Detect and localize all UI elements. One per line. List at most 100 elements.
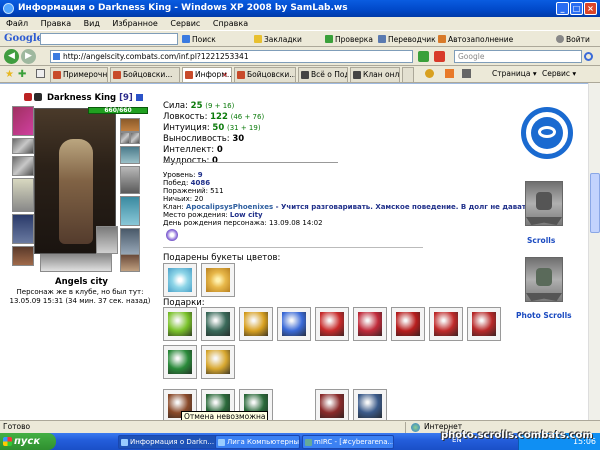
- print-icon[interactable]: [462, 69, 471, 78]
- close-button[interactable]: ×: [584, 2, 597, 15]
- belt-slot[interactable]: [12, 246, 34, 266]
- back-button[interactable]: ◀: [4, 49, 19, 64]
- add-favorite-icon[interactable]: ✚: [18, 69, 26, 80]
- gift-item[interactable]: [467, 307, 501, 341]
- pet-slot[interactable]: [120, 254, 140, 272]
- tab-favicon: [53, 71, 61, 79]
- scrollbar-thumb[interactable]: [590, 173, 600, 233]
- home-icon[interactable]: [425, 69, 434, 78]
- runes-slot[interactable]: [40, 254, 112, 272]
- shield-slot[interactable]: [120, 166, 140, 194]
- new-tab-button[interactable]: [402, 67, 414, 82]
- menu-file[interactable]: Файл: [6, 19, 28, 28]
- url-field[interactable]: http://angelscity.combats.com/inf.pl?122…: [50, 50, 413, 63]
- photo-scrolls-link[interactable]: Photo Scrolls: [516, 311, 572, 320]
- gift-item[interactable]: [163, 345, 197, 379]
- armor-slot[interactable]: [12, 214, 34, 244]
- live-search-input[interactable]: Google: [454, 50, 582, 63]
- amulet-slot[interactable]: [120, 146, 140, 164]
- search-go-icon[interactable]: [584, 52, 593, 61]
- windows-logo-icon: [3, 437, 12, 446]
- menu-help[interactable]: Справка: [213, 19, 248, 28]
- start-button[interactable]: пуск: [0, 433, 56, 450]
- last-seen-info: Персонаж же в клубе, но был тут: 13.05.0…: [0, 288, 160, 306]
- ie-icon: [121, 439, 128, 446]
- gift-icon: [206, 350, 230, 374]
- google-search-input[interactable]: [40, 33, 178, 45]
- tab-1[interactable]: Примерочн...: [50, 67, 108, 82]
- stop-icon[interactable]: [434, 51, 445, 62]
- scrolls-link[interactable]: Scrolls: [527, 236, 555, 245]
- window-title: Информация о Darkness King - Windows XP …: [18, 3, 348, 13]
- gift-item[interactable]: [163, 307, 197, 341]
- bookmarks-button[interactable]: Закладки: [254, 34, 302, 45]
- taskbar-item-1[interactable]: Информация о Darkn...: [118, 435, 221, 449]
- helmet-slot[interactable]: [12, 106, 34, 136]
- gift-item[interactable]: [353, 389, 387, 420]
- page-content: Darkness King [9] 660/660 Angels city Пе…: [0, 83, 600, 420]
- google-search-button[interactable]: Поиск: [182, 34, 216, 45]
- menu-favorites[interactable]: Избранное: [112, 19, 157, 28]
- ie-icon: [218, 439, 225, 446]
- login-button[interactable]: Войти: [556, 34, 590, 45]
- tab-close-icon[interactable]: ×: [221, 71, 229, 79]
- maximize-button[interactable]: □: [570, 2, 583, 15]
- info-draws: Ничьих: 20: [163, 195, 204, 203]
- leggings-slot[interactable]: [120, 196, 140, 226]
- weapon-left-slot[interactable]: [12, 178, 34, 212]
- taskbar-item-2[interactable]: Лига Компьютерны...: [215, 435, 300, 449]
- stat-strength: Сила: 25 (9 + 16): [163, 101, 235, 111]
- gift-item[interactable]: [353, 307, 387, 341]
- menu-tools[interactable]: Сервис: [170, 19, 200, 28]
- photo-scroll-banner-icon[interactable]: [525, 257, 563, 302]
- ie-icon: [3, 3, 14, 14]
- gift-item[interactable]: [315, 389, 349, 420]
- gift-icon: [358, 312, 382, 336]
- translate-icon: [378, 35, 386, 43]
- gift-item[interactable]: [391, 307, 425, 341]
- bouquet-item[interactable]: [201, 263, 235, 297]
- gift-item[interactable]: [429, 307, 463, 341]
- gloves-slot[interactable]: [12, 156, 34, 176]
- search-icon: [182, 35, 190, 43]
- address-bar: ◀ ▶ http://angelscity.combats.com/inf.pl…: [0, 47, 600, 66]
- translate-button[interactable]: Переводчик: [378, 34, 436, 45]
- gift-item[interactable]: [315, 307, 349, 341]
- clan-link[interactable]: ApocalipsysPhoenixes: [186, 203, 273, 211]
- vertical-scrollbar[interactable]: [588, 83, 600, 420]
- taskbar-item-3[interactable]: mIRC - [#cyberarena...: [302, 435, 394, 449]
- tab-6[interactable]: Клан онла...: [350, 67, 400, 82]
- page-menu[interactable]: Страница ▾: [492, 69, 537, 78]
- flower-icon: [168, 268, 192, 292]
- menu-edit[interactable]: Правка: [41, 19, 71, 28]
- gift-item[interactable]: [201, 307, 235, 341]
- forward-button[interactable]: ▶: [21, 49, 36, 64]
- tools-menu[interactable]: Сервис ▾: [542, 69, 576, 78]
- tab-3-active[interactable]: Информ... ×: [182, 67, 232, 82]
- info-flag-icon[interactable]: [135, 94, 143, 101]
- window-title-bar[interactable]: Информация о Darkness King - Windows XP …: [0, 0, 600, 17]
- tab-2[interactable]: Бойцовски...: [110, 67, 180, 82]
- minimize-button[interactable]: _: [556, 2, 569, 15]
- alignment-icon[interactable]: [166, 229, 178, 241]
- autofill-button[interactable]: Автозаполнение: [438, 34, 513, 45]
- character-name[interactable]: Darkness King: [47, 93, 116, 103]
- tab-5[interactable]: Всё о Подзе...: [298, 67, 348, 82]
- scroll-banner-icon[interactable]: [525, 181, 563, 226]
- menu-view[interactable]: Вид: [84, 19, 100, 28]
- bouquet-item[interactable]: [163, 263, 197, 297]
- favorites-star-icon[interactable]: ★: [5, 69, 14, 80]
- refresh-icon[interactable]: [418, 51, 429, 62]
- earring-slot[interactable]: [120, 118, 140, 132]
- spellcheck-button[interactable]: Проверка: [325, 34, 373, 45]
- quick-tabs-icon[interactable]: [36, 69, 45, 78]
- bracer-slot[interactable]: [12, 138, 34, 154]
- gift-item[interactable]: [239, 307, 273, 341]
- ring2-slot[interactable]: [130, 132, 140, 144]
- ring1-slot[interactable]: [120, 132, 130, 144]
- gift-item[interactable]: [277, 307, 311, 341]
- weapon-right-slot[interactable]: [96, 226, 118, 254]
- feeds-icon[interactable]: [445, 69, 454, 78]
- gift-item[interactable]: [201, 345, 235, 379]
- tab-4[interactable]: Бойцовски...: [234, 67, 296, 82]
